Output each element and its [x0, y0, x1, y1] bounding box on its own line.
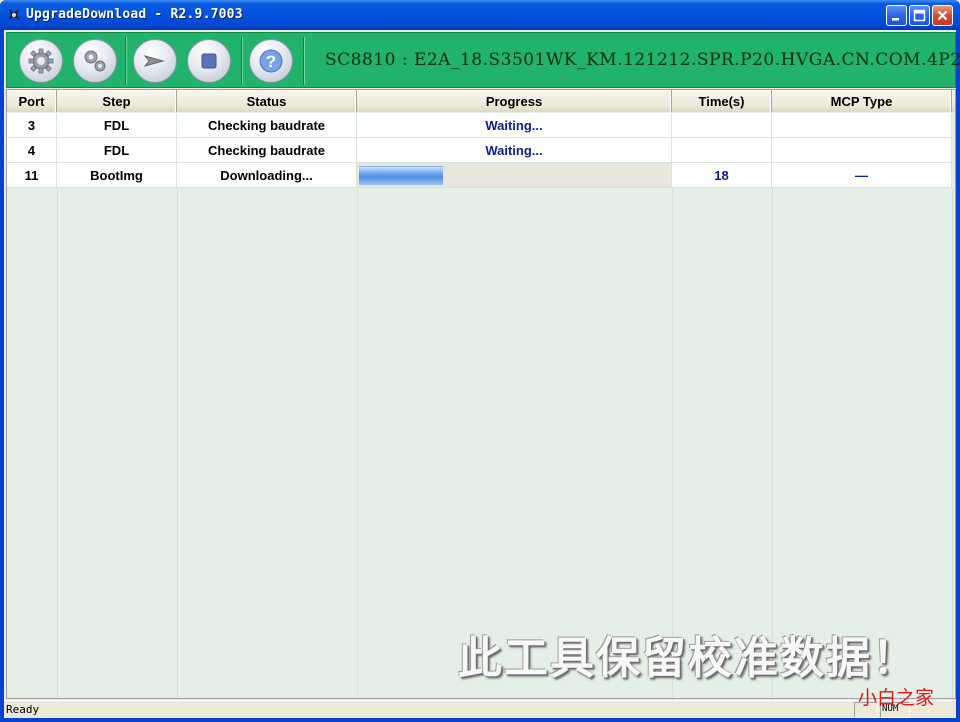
toolbar: ? SC8810 : E2A_18.S3501WK_KM.121212.SPR.… [6, 32, 960, 88]
column-header-time[interactable]: Time(s) [672, 90, 772, 112]
table-row[interactable]: 4 FDL Checking baudrate Waiting... [7, 138, 955, 163]
gear-icon [28, 48, 54, 74]
column-header-status[interactable]: Status [177, 90, 357, 112]
cell-mcp-type [772, 138, 952, 163]
title-bar[interactable]: UpgradeDownload - R2.9.7003 [0, 0, 960, 30]
stop-icon [201, 53, 217, 69]
column-gridline [57, 188, 58, 698]
cell-port: 11 [7, 163, 57, 188]
svg-text:?: ? [266, 52, 276, 71]
cell-status: Downloading... [177, 163, 357, 188]
maximize-icon [913, 9, 926, 22]
cell-port: 4 [7, 138, 57, 163]
column-header-port[interactable]: Port [7, 90, 57, 112]
column-gridline [177, 188, 178, 698]
close-icon [937, 10, 948, 21]
cell-time [672, 113, 772, 138]
app-icon [8, 9, 20, 20]
cell-time [672, 138, 772, 163]
toolbar-separator [303, 37, 305, 85]
brand-watermark: 小白之家 [858, 687, 935, 709]
cell-mcp-type [772, 113, 952, 138]
column-gridline [357, 188, 358, 698]
column-gridline [952, 188, 953, 698]
toolbar-separator [241, 37, 243, 85]
maximize-button[interactable] [909, 5, 930, 26]
list-header: Port Step Status Progress Time(s) MCP Ty… [7, 90, 955, 112]
advanced-settings-button[interactable] [73, 39, 117, 83]
column-header-step[interactable]: Step [57, 90, 177, 112]
port-list[interactable]: Port Step Status Progress Time(s) MCP Ty… [6, 89, 956, 699]
column-header-progress[interactable]: Progress [357, 90, 672, 112]
start-button[interactable] [133, 39, 177, 83]
close-button[interactable] [932, 5, 953, 26]
settings-button[interactable] [19, 39, 63, 83]
cell-progress: Waiting... [357, 138, 672, 163]
play-arrow-icon [143, 55, 165, 67]
firmware-info: SC8810 : E2A_18.S3501WK_KM.121212.SPR.P2… [325, 50, 960, 70]
app-window: UpgradeDownload - R2.9.7003 ? SC8810: E… [0, 0, 960, 722]
cell-mcp-type: — [772, 163, 952, 188]
cell-progress [357, 163, 672, 188]
table-row[interactable]: 11 BootImg Downloading... 18 — [7, 163, 955, 188]
gears-icon [84, 50, 106, 72]
cell-step: FDL [57, 138, 177, 163]
minimize-icon [892, 18, 899, 21]
client-area: ? SC8810 : E2A_18.S3501WK_KM.121212.SPR.… [4, 30, 960, 718]
question-icon: ? [259, 49, 283, 73]
column-header-filler [952, 90, 955, 112]
cell-progress: Waiting... [357, 113, 672, 138]
status-bar: Ready NUM [4, 700, 956, 718]
minimize-button[interactable] [886, 5, 907, 26]
progress-bar-fill [359, 165, 443, 185]
list-rows: 3 FDL Checking baudrate Waiting... 4 FDL… [7, 113, 955, 188]
cell-status: Checking baudrate [177, 138, 357, 163]
stop-button[interactable] [187, 39, 231, 83]
column-header-mcp-type[interactable]: MCP Type [772, 90, 952, 112]
cell-step: FDL [57, 113, 177, 138]
cell-port: 3 [7, 113, 57, 138]
toolbar-separator [125, 37, 127, 85]
window-title: UpgradeDownload - R2.9.7003 [26, 7, 243, 22]
cell-step: BootImg [57, 163, 177, 188]
cell-status: Checking baudrate [177, 113, 357, 138]
watermark-text: 此工具保留校准数据！ [458, 633, 918, 684]
cell-time: 18 [672, 163, 772, 188]
table-row[interactable]: 3 FDL Checking baudrate Waiting... [7, 113, 955, 138]
help-button[interactable]: ? [249, 39, 293, 83]
status-text: Ready [6, 703, 40, 716]
